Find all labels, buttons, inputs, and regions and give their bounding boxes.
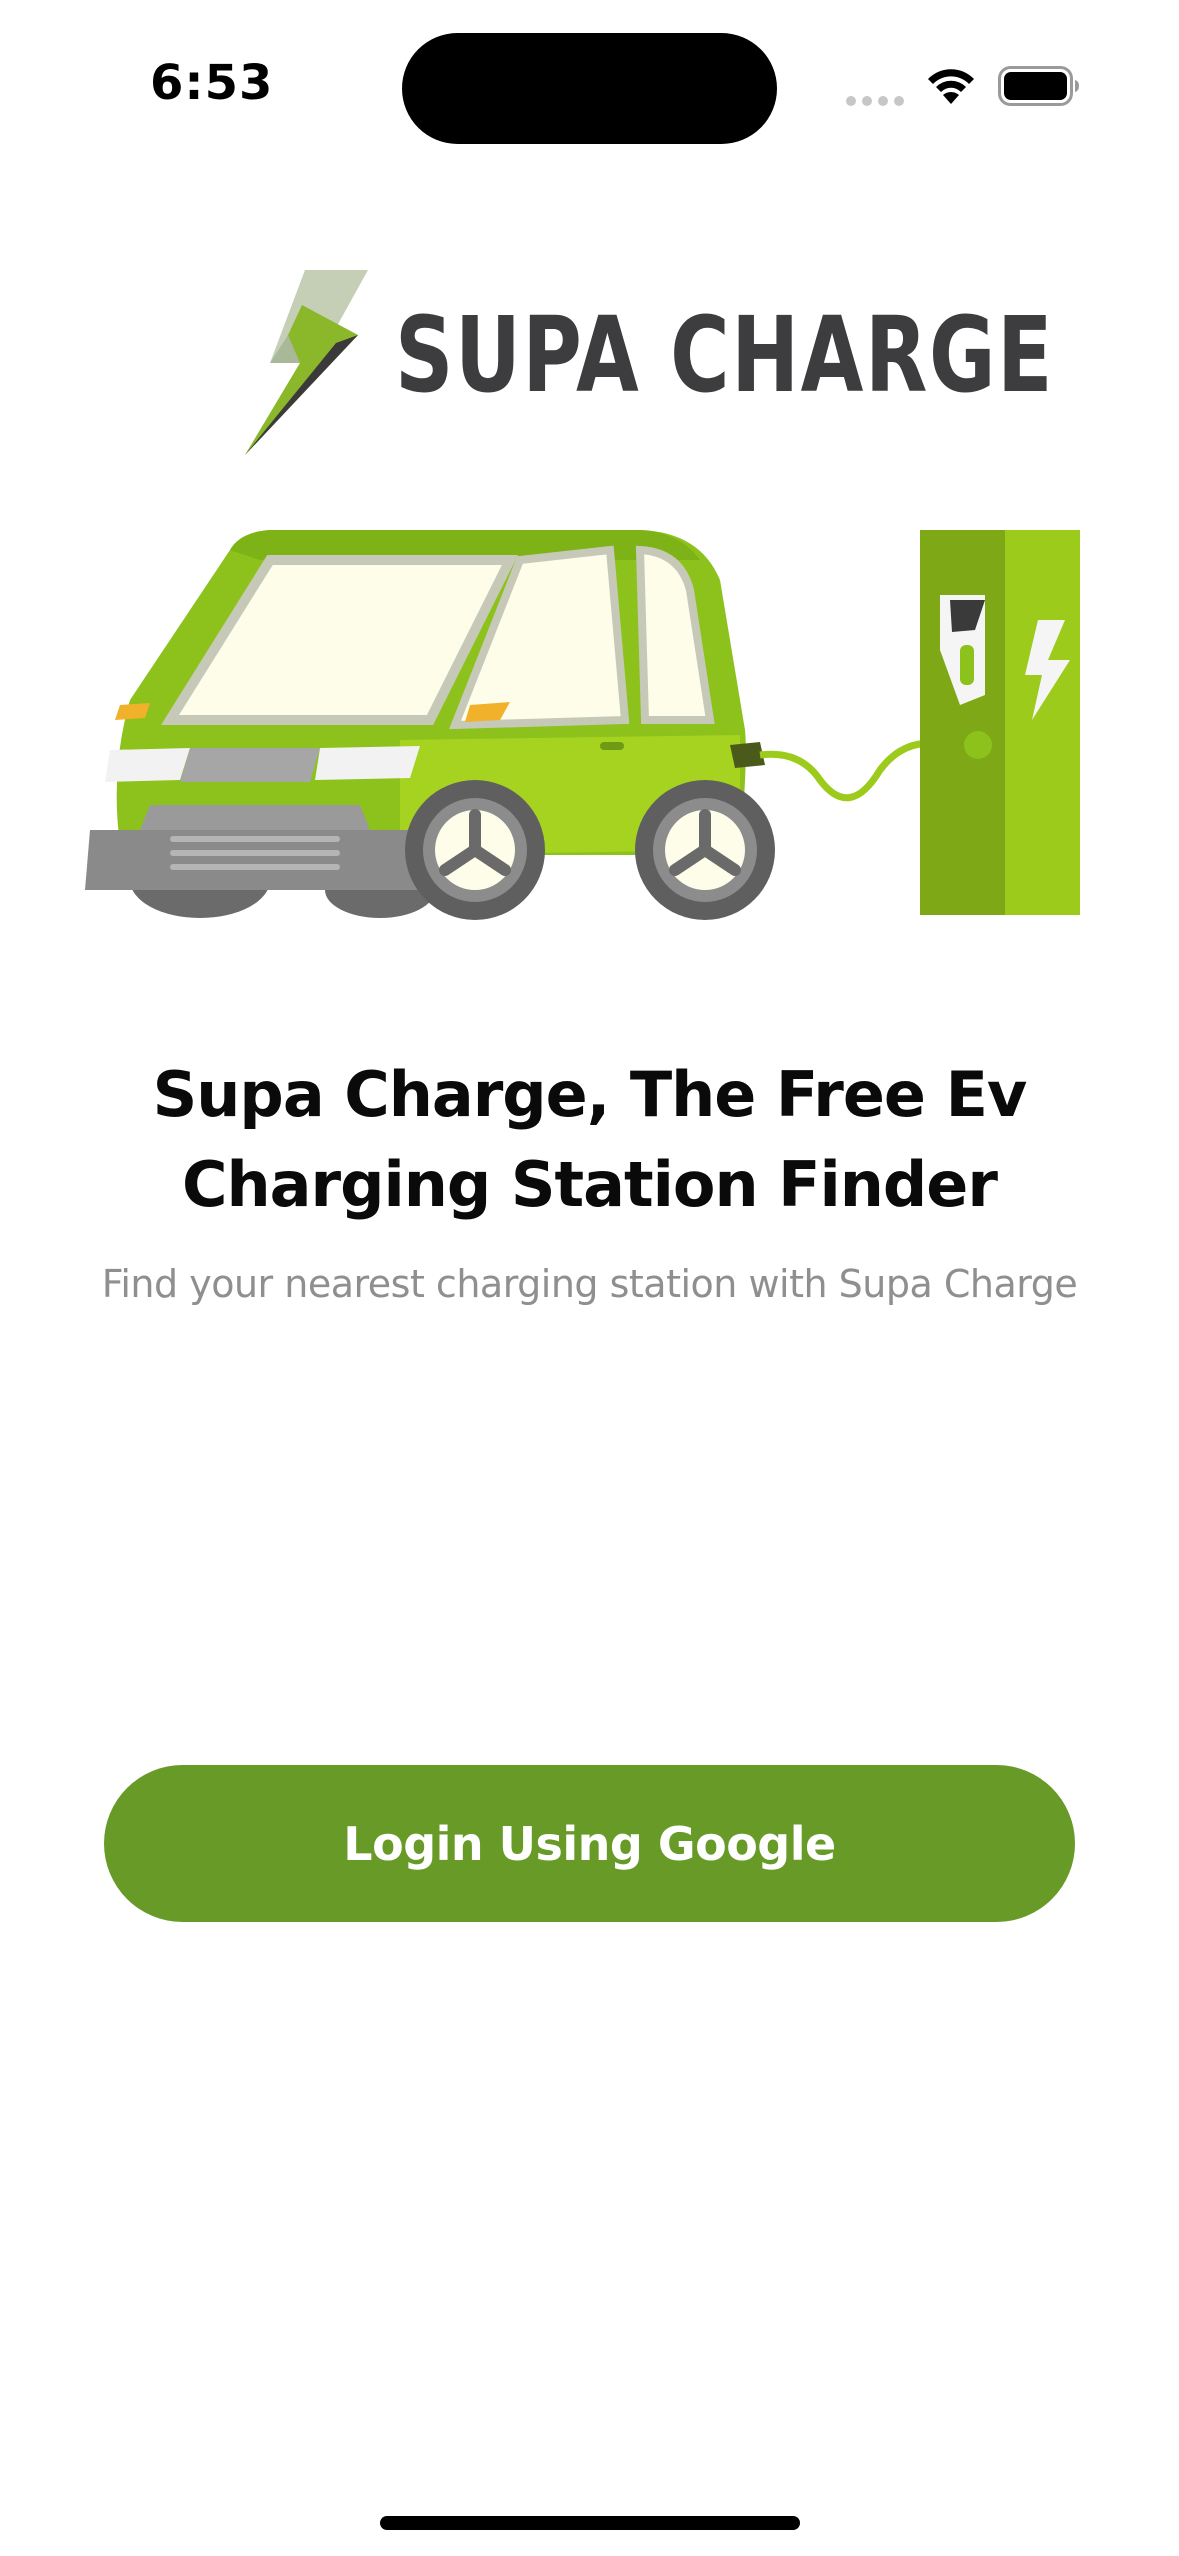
app-logo: SUPA CHARGE — [240, 265, 1053, 465]
home-indicator[interactable] — [380, 2516, 800, 2530]
ev-car-charging-illustration — [85, 530, 1080, 920]
page-subtitle: Find your nearest charging station with … — [101, 1262, 1078, 1306]
battery-icon — [998, 66, 1079, 106]
page-title-line-2: Charging Station Finder — [182, 1148, 998, 1221]
page-title: Supa Charge, The Free Ev Charging Statio… — [60, 1050, 1119, 1230]
wifi-icon — [928, 69, 974, 104]
lightning-bolt-icon — [245, 270, 368, 455]
dynamic-island — [402, 33, 777, 144]
page-title-line-1: Supa Charge, The Free Ev — [152, 1058, 1028, 1131]
status-time: 6:53 — [150, 55, 274, 111]
login-google-button[interactable]: Login Using Google — [104, 1765, 1075, 1922]
cellular-dots-icon — [846, 96, 904, 106]
logo-wordmark: SUPA CHARGE — [395, 294, 1055, 416]
